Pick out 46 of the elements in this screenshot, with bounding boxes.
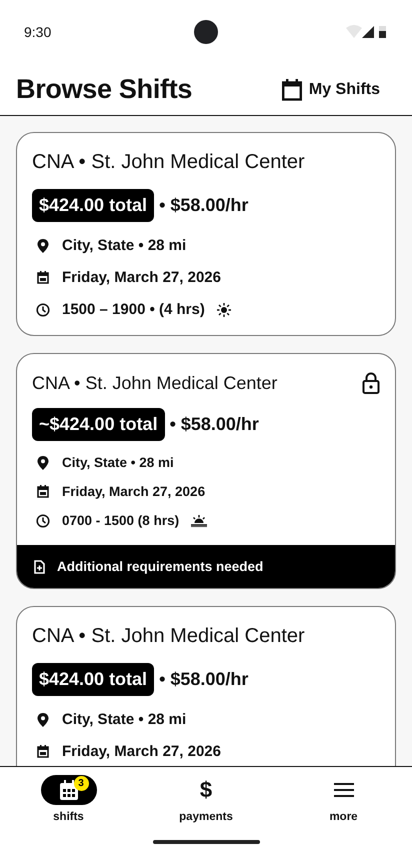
calendar-icon — [282, 78, 302, 100]
shift-title: CNA • St. John Medical Center — [32, 625, 305, 648]
location-text: City, State • 28 mi — [62, 455, 174, 470]
shift-card[interactable]: CNA • St. John Medical Center $424.00 total • $58.00/hr City, State • 28 mi Friday, March 27, 2026 — [16, 606, 396, 766]
shift-time: 1500 – 1900 • (4 hrs) — [62, 301, 205, 318]
dollar-icon: $ — [200, 777, 212, 803]
location-pin-icon — [36, 712, 50, 726]
calendar-icon — [36, 745, 50, 758]
page-title: Browse Shifts — [16, 74, 192, 105]
calendar-icon — [60, 780, 78, 800]
location-text: City, State • 28 mi — [62, 237, 186, 254]
total-pay-badge: ~$424.00 total — [32, 408, 165, 441]
clock-icon — [36, 514, 50, 528]
shift-card[interactable]: CNA • St. John Medical Center $424.00 total • $58.00/hr City, State • 28 mi Friday, March 27, 2026 1500 – 1900 • (4 hrs) — [16, 132, 396, 336]
shift-title: CNA • St. John Medical Center — [32, 151, 305, 174]
shift-date: Friday, March 27, 2026 — [62, 484, 206, 499]
calendar-icon — [36, 271, 50, 284]
sunrise-icon — [191, 514, 208, 526]
hourly-rate: • $58.00/hr — [159, 669, 248, 690]
total-pay-badge: $424.00 total — [32, 663, 154, 696]
shift-time: 0700 - 1500 (8 hrs) — [62, 513, 180, 528]
sun-icon — [216, 302, 231, 316]
hourly-rate: • $58.00/hr — [170, 414, 259, 435]
shift-title: CNA • St. John Medical Center — [32, 372, 278, 394]
total-pay-badge: $424.00 total — [32, 189, 154, 222]
calendar-icon — [36, 485, 50, 498]
location-pin-icon — [36, 456, 50, 470]
shift-date: Friday, March 27, 2026 — [62, 269, 221, 286]
clock-icon — [36, 302, 50, 316]
status-icons — [346, 25, 388, 39]
document-icon — [34, 560, 45, 574]
count-badge: 3 — [74, 776, 88, 791]
my-shifts-button[interactable]: My Shifts — [282, 74, 396, 104]
nav-tab[interactable]: more — [275, 775, 412, 823]
location-text: City, State • 28 mi — [62, 711, 186, 728]
requirements-text: Additional requirements needed — [57, 559, 264, 574]
menu-icon — [334, 783, 354, 797]
nav-tab[interactable]: 3 shifts — [0, 775, 137, 823]
camera-hole — [194, 20, 218, 44]
shift-date: Friday, March 27, 2026 — [62, 743, 221, 760]
nav-tab[interactable]: $ payments — [138, 775, 274, 823]
location-pin-icon — [36, 238, 50, 252]
shift-card[interactable]: CNA • St. John Medical Center ~$424.00 total • $58.00/hr City, State • 28 mi Friday, March 27, 2026 0700 - 1500 (8 hrs) Additional requirements needed — [16, 353, 396, 589]
requirements-banner[interactable]: Additional requirements needed — [17, 545, 395, 588]
status-time: 9:30 — [24, 24, 52, 40]
hourly-rate: • $58.00/hr — [159, 195, 248, 216]
